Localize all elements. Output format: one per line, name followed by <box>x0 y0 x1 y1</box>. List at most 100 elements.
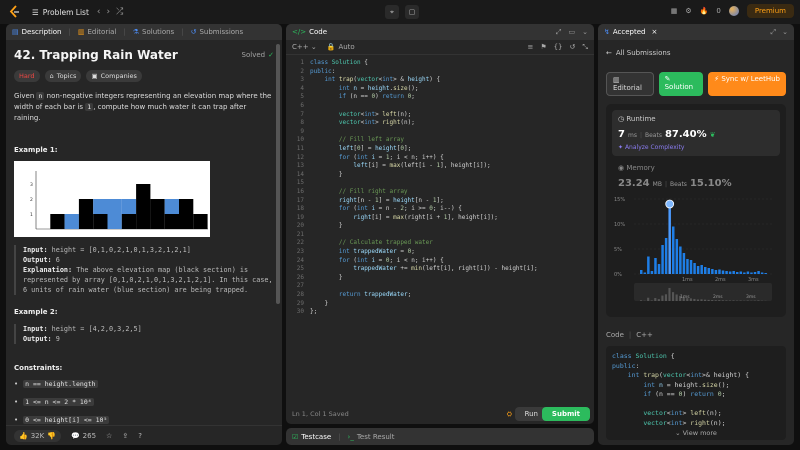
constraints-title: Constraints: <box>14 364 63 372</box>
topics-tag[interactable]: ⌂ Topics <box>44 70 82 82</box>
code-line: 9 <box>286 128 594 137</box>
star-icon[interactable]: ☆ <box>106 432 112 440</box>
submit-button[interactable]: Submit <box>541 407 590 421</box>
runtime-label: ◷ Runtime <box>618 115 656 123</box>
code-editor[interactable]: 1 class Solution {2 public:3 int trap(vect… <box>286 55 594 402</box>
histogram-bar <box>689 260 693 274</box>
tab-testcase[interactable]: ☑ Testcase <box>292 433 331 441</box>
line-number: 17 <box>296 196 304 204</box>
tab-accepted[interactable]: ↯ Accepted × <box>604 28 657 36</box>
histogram-bar <box>707 268 711 274</box>
code-line: 13 left [i] = max (left[i - 1], height[i])… <box>286 162 594 171</box>
share-icon[interactable]: ⇪ <box>122 432 128 440</box>
histogram-bar <box>757 271 760 274</box>
chevron-down-icon[interactable]: ⌄ <box>782 28 788 37</box>
overview-bar <box>675 294 678 301</box>
like-button[interactable]: 👍 32K 👎 <box>14 429 61 442</box>
scrollbar[interactable] <box>276 44 280 304</box>
solution-button[interactable]: ✎ Solution <box>658 72 704 96</box>
settings-icon[interactable]: ⚙ <box>685 7 691 15</box>
histogram-bar <box>696 266 700 274</box>
code-line: 11 left[0] = height[0]; <box>286 145 594 154</box>
help-icon[interactable]: ? <box>138 432 142 440</box>
code-line: 25 trappedWater += min (left[i], right[i]… <box>286 265 594 274</box>
problem-list-link[interactable]: ☰ Problem List <box>32 8 89 17</box>
testcase-panel: ☑ Testcase | ›_ Test Result <box>286 428 594 445</box>
companies-tag[interactable]: ▣ Companies <box>86 70 142 82</box>
runtime-distribution-chart[interactable]: 15% 10% 5% 0% 1ms 2ms 3ms 1ms 2ms 3ms <box>612 189 776 309</box>
histogram-bar <box>654 258 657 274</box>
line-number: 3 <box>300 76 304 84</box>
elevation-bar <box>78 199 94 229</box>
tab-solutions[interactable]: ⚗ Solutions <box>133 28 174 36</box>
tab-submissions[interactable]: ↺ Submissions <box>191 28 244 36</box>
x-tick-label: 1ms <box>682 277 693 283</box>
sync-leethub-button[interactable]: ⚡ Sync w/ LeetHub <box>708 72 786 96</box>
notes-icon[interactable]: ▢ <box>405 5 419 19</box>
next-problem-button[interactable]: › <box>107 7 111 17</box>
auto-mode[interactable]: 🔒 Auto <box>327 43 355 51</box>
overview-bar <box>654 298 657 301</box>
code-line: 18 for (int i = n - 2; i >= 0; i--) { <box>286 205 594 214</box>
fire-icon[interactable]: 🔥 <box>700 7 709 15</box>
histogram-bar <box>732 271 735 274</box>
overview-bar <box>714 300 717 301</box>
all-submissions-link[interactable]: ← All Submissions <box>606 46 786 60</box>
line-number: 23 <box>296 248 304 256</box>
tab-description[interactable]: ▤ Description <box>12 28 62 36</box>
tab-test-result[interactable]: ›_ Test Result <box>348 433 395 441</box>
maximize-icon[interactable]: ⤢ <box>556 28 562 37</box>
tab-editorial[interactable]: ▥ Editorial <box>78 28 117 36</box>
line-number: 6 <box>300 101 304 109</box>
maximize-icon[interactable]: ⤢ <box>771 28 777 37</box>
line-number: 15 <box>296 179 304 187</box>
language-select[interactable]: C++ ⌄ <box>292 43 317 51</box>
overview-bar <box>661 295 664 301</box>
format-icon[interactable]: ≡ <box>527 43 533 52</box>
shuffle-icon[interactable]: ⤮ <box>116 7 123 17</box>
thumbs-up-icon: 👍 <box>19 431 28 440</box>
window-icon[interactable]: ▭ <box>569 28 576 37</box>
code-line: 4 int n = height. size (); <box>286 85 594 94</box>
runtime-box[interactable]: ◷ Runtime 7 ms | Beats 87.40% ❦ ✦ Analyz… <box>612 110 780 156</box>
thumbs-down-icon: 👎 <box>47 431 56 440</box>
terminal-icon: ›_ <box>347 432 354 441</box>
leaf-icon: ❦ <box>709 131 716 139</box>
elevation-bar <box>150 199 165 229</box>
view-more-button[interactable]: ⌄ View more <box>606 429 786 437</box>
leetcode-logo[interactable] <box>8 5 22 19</box>
premium-button[interactable]: Premium <box>746 4 794 18</box>
example-1-title: Example 1: <box>14 146 58 154</box>
reset-icon[interactable]: ↺ <box>570 43 576 52</box>
tag-icon: ⌂ <box>49 72 54 80</box>
close-icon[interactable]: × <box>651 28 657 36</box>
overview-bar <box>700 299 703 301</box>
code-line: 6 <box>286 102 594 111</box>
histogram-bar <box>675 239 679 274</box>
line-number: 10 <box>296 136 304 144</box>
histogram-bar <box>647 256 650 274</box>
line-number: 20 <box>296 222 304 230</box>
histogram-bar <box>743 272 746 274</box>
bookmark-icon[interactable]: ⚑ <box>540 43 546 52</box>
solved-badge: Solved ✓ <box>241 51 274 59</box>
chevron-down-icon[interactable]: ⌄ <box>582 28 588 37</box>
editorial-button[interactable]: ▥ Editorial <box>606 72 654 96</box>
line-number: 18 <box>296 205 304 213</box>
y-tick-label: 2 <box>30 197 33 203</box>
bug-icon[interactable]: ⛭ <box>507 410 512 419</box>
water-cell <box>64 214 79 229</box>
analyze-complexity-link[interactable]: ✦ Analyze Complexity <box>618 144 774 151</box>
prev-problem-button[interactable]: ‹ <box>97 7 101 17</box>
comments-button[interactable]: 💬 265 <box>71 432 96 440</box>
code-tab[interactable]: </> Code <box>292 28 327 36</box>
memory-box[interactable]: ◉ Memory 23.24 MB | Beats 15.10% <box>612 156 780 189</box>
layout-icon[interactable]: ▦ <box>671 7 678 15</box>
elevation-bar <box>136 184 151 229</box>
histogram-bar <box>753 272 757 274</box>
avatar[interactable] <box>728 6 739 16</box>
debug-icon[interactable]: ⌖ <box>385 5 399 19</box>
code-line: 26 } <box>286 274 594 283</box>
fullscreen-icon[interactable]: ⤡ <box>582 43 588 52</box>
braces-icon[interactable]: {} <box>554 43 563 52</box>
